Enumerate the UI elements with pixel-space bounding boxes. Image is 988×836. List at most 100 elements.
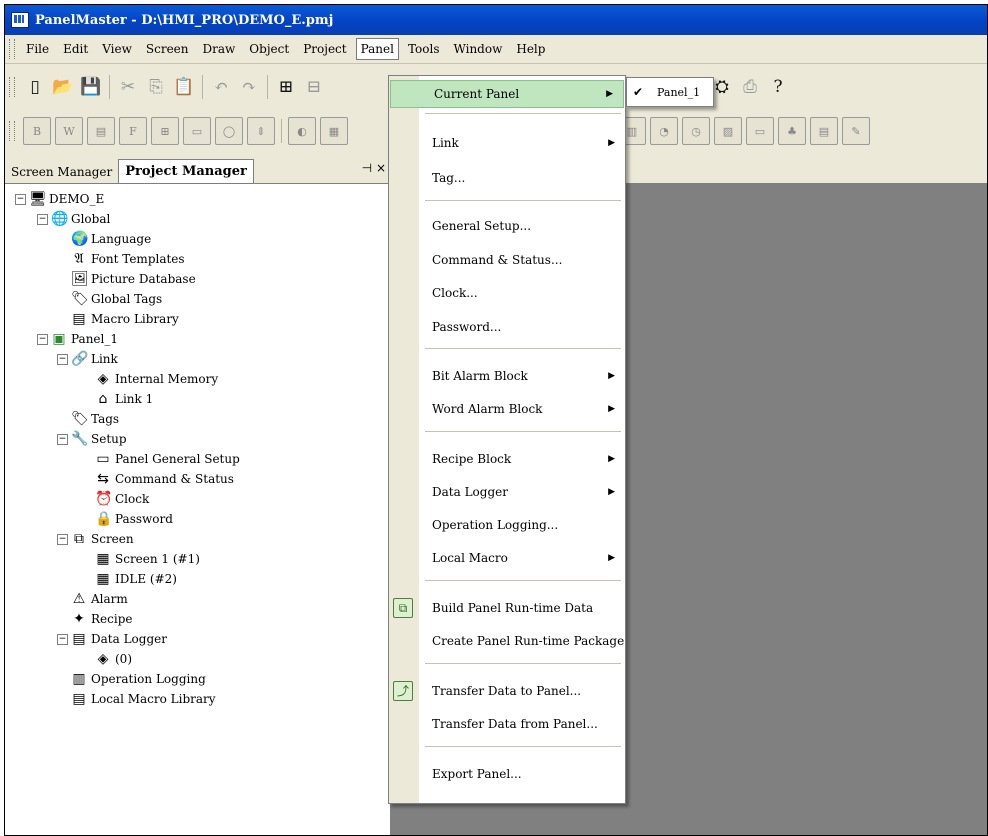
menu-item-create-runtime-package[interactable]: Create Panel Run-time Package [389, 628, 625, 654]
tab-project-manager[interactable]: Project Manager [118, 159, 254, 183]
collapse-icon[interactable]: − [57, 353, 68, 365]
save-icon[interactable]: 💾 [79, 75, 103, 99]
tree-node-local-macro-library[interactable]: ▤ Local Macro Library [71, 690, 215, 708]
menu-panel[interactable]: Panel [355, 38, 399, 60]
grid-icon[interactable]: ⊞ [151, 117, 179, 145]
collapse-icon[interactable]: − [57, 433, 68, 445]
redo-icon[interactable]: ↷ [237, 75, 261, 99]
display-icon[interactable]: ▭ [746, 117, 774, 145]
help-icon[interactable]: ? [766, 75, 790, 99]
pen-icon[interactable]: ✎ [842, 117, 870, 145]
keypad-icon[interactable]: ▦ [320, 117, 348, 145]
menu-item-password[interactable]: Password... [389, 314, 625, 340]
tree-node-setup[interactable]: − 🔧 Setup [57, 430, 127, 448]
tree-node-picture-database[interactable]: 🖼 Picture Database [71, 270, 196, 288]
menu-view[interactable]: View [97, 39, 137, 59]
collapse-icon[interactable]: − [37, 213, 48, 225]
menu-edit[interactable]: Edit [58, 39, 93, 59]
menu-screen[interactable]: Screen [141, 39, 194, 59]
tree-node-internal-memory[interactable]: ◈ Internal Memory [95, 370, 219, 388]
collapse-icon[interactable]: − [37, 333, 48, 345]
print-icon[interactable]: ⎙ [738, 75, 762, 99]
menubar-grip[interactable] [9, 39, 15, 59]
menu-item-transfer-from-panel[interactable]: Transfer Data from Panel... [389, 711, 625, 737]
menu-item-tag[interactable]: Tag... [389, 165, 625, 191]
meter-icon[interactable]: ◔ [650, 117, 678, 145]
menu-item-data-logger[interactable]: Data Logger ▶ [389, 479, 625, 505]
toolbar-grip-2[interactable] [9, 121, 15, 141]
tree-node-language[interactable]: 🌍 Language [71, 230, 151, 248]
toolbar-grip[interactable] [9, 77, 15, 97]
menu-item-transfer-to-panel[interactable]: ⤴ Transfer Data to Panel... [389, 678, 625, 704]
menu-item-link[interactable]: Link ▶ [389, 130, 625, 156]
menu-item-local-macro[interactable]: Local Macro ▶ [389, 545, 625, 571]
pane-pin-close[interactable]: ⊣ × [362, 161, 386, 175]
menu-window[interactable]: Window [448, 39, 507, 59]
switch-icon[interactable]: ◐ [288, 117, 316, 145]
tree-node-macro-library[interactable]: ▤ Macro Library [71, 310, 178, 328]
tree-node-link-1[interactable]: ⌂ Link 1 [95, 390, 154, 408]
menu-item-clock[interactable]: Clock... [389, 280, 625, 306]
chart-icon[interactable]: ▨ [714, 117, 742, 145]
collapse-icon[interactable]: − [57, 633, 68, 645]
tree-node-idle[interactable]: ▦ IDLE (#2) [95, 570, 177, 588]
menu-item-export-panel[interactable]: Export Panel... [389, 761, 625, 787]
menu-item-operation-logging[interactable]: Operation Logging... [389, 512, 625, 538]
bit-button-icon[interactable]: B [23, 117, 51, 145]
timer-icon[interactable]: ◷ [682, 117, 710, 145]
tree-node-operation-logging[interactable]: ▥ Operation Logging [71, 670, 205, 688]
menu-item-build-runtime-data[interactable]: ⧉ Build Panel Run-time Data [389, 595, 625, 621]
tree-node-screen[interactable]: − ⧉ Screen [57, 530, 134, 548]
undo-icon[interactable]: ↶ [209, 75, 233, 99]
new-file-icon[interactable]: ▯ [23, 75, 47, 99]
tree-node-data-logger[interactable]: − ▤ Data Logger [57, 630, 167, 648]
collapse-icon[interactable]: − [15, 193, 26, 205]
collapse-icon[interactable]: − [57, 533, 68, 545]
tree-node-command-status[interactable]: ⇆ Command & Status [95, 470, 234, 488]
paste-icon[interactable]: 📋 [172, 75, 196, 99]
tree-node-panel-general-setup[interactable]: ▭ Panel General Setup [95, 450, 239, 468]
window-icon[interactable]: ▤ [810, 117, 838, 145]
copy-icon[interactable]: ⎘ [144, 75, 168, 99]
tree-node-global[interactable]: − 🌐 Global [37, 210, 110, 228]
submenu-arrow-icon: ▶ [606, 89, 613, 99]
menu-item-current-panel[interactable]: Current Panel ▶ [390, 80, 624, 108]
tree-node-panel[interactable]: − ▣ Panel_1 [37, 330, 118, 348]
menu-object[interactable]: Object [244, 39, 294, 59]
tree-node-password[interactable]: 🔒 Password [95, 510, 173, 528]
layout-icon[interactable]: ⊟ [302, 75, 326, 99]
title-bar[interactable]: PanelMaster - D:\HMI_PRO\DEMO_E.pmj [5, 5, 987, 35]
spinner-icon[interactable]: ⇕ [247, 117, 275, 145]
menu-help[interactable]: Help [511, 39, 550, 59]
menu-tools[interactable]: Tools [403, 39, 445, 59]
menu-item-bit-alarm-block[interactable]: Bit Alarm Block ▶ [389, 363, 625, 389]
tree-node-clock[interactable]: ⏰ Clock [95, 490, 149, 508]
submenu-item-panel-1[interactable]: Panel_1 [657, 86, 700, 99]
tree-node-tags[interactable]: 🏷 Tags [71, 410, 119, 428]
menu-project[interactable]: Project [298, 39, 351, 59]
tree-node-project[interactable]: − 🖥 DEMO_E [15, 190, 104, 208]
open-folder-icon[interactable]: 📂 [51, 75, 75, 99]
function-button-icon[interactable]: F [119, 117, 147, 145]
tree-node-font-templates[interactable]: 𝔄 Font Templates [71, 250, 184, 268]
menu-item-word-alarm-block[interactable]: Word Alarm Block ▶ [389, 396, 625, 422]
tree-node-link[interactable]: − 🔗 Link [57, 350, 118, 368]
tab-screen-manager[interactable]: Screen Manager [5, 161, 118, 183]
tree-node-screen-1[interactable]: ▦ Screen 1 (#1) [95, 550, 200, 568]
screen-manager-icon[interactable]: ⊞ [274, 75, 298, 99]
tree-node-recipe[interactable]: ✦ Recipe [71, 610, 132, 628]
menu-file[interactable]: File [21, 39, 54, 59]
word-button-icon[interactable]: W [55, 117, 83, 145]
slider-icon[interactable]: ▭ [183, 117, 211, 145]
ellipse-icon[interactable]: ◯ [215, 117, 243, 145]
animation-icon[interactable]: ♣ [778, 117, 806, 145]
menu-draw[interactable]: Draw [198, 39, 241, 59]
menu-item-general-setup[interactable]: General Setup... [389, 213, 625, 239]
tree-node-logger-0[interactable]: ◈ (0) [95, 650, 132, 668]
menu-item-command-status[interactable]: Command & Status... [389, 247, 625, 273]
tree-node-global-tags[interactable]: 🏷 Global Tags [71, 290, 162, 308]
screen-button-icon[interactable]: ▤ [87, 117, 115, 145]
cut-icon[interactable]: ✂ [116, 75, 140, 99]
tree-node-alarm[interactable]: ⚠ Alarm [71, 590, 128, 608]
menu-item-recipe-block[interactable]: Recipe Block ▶ [389, 446, 625, 472]
